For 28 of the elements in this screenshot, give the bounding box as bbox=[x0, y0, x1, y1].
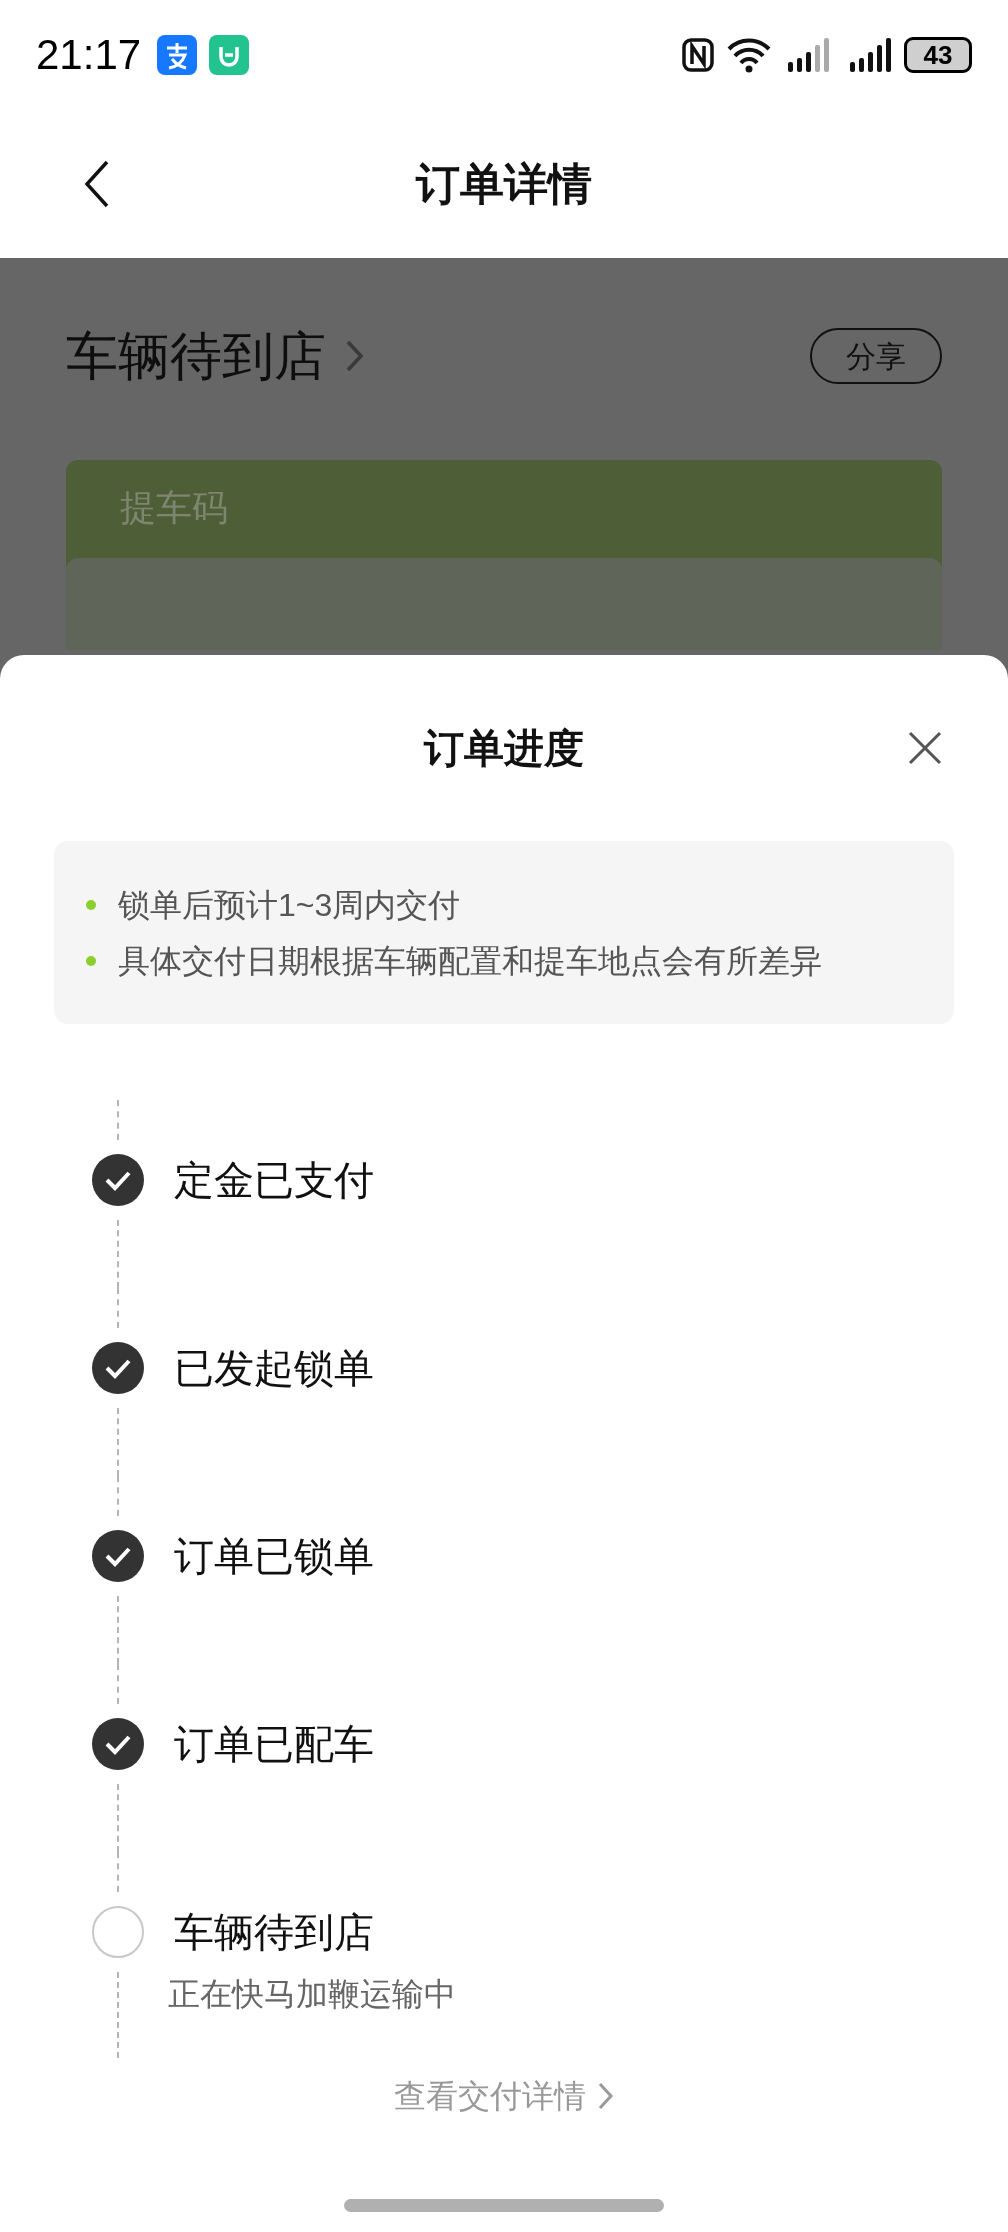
battery-indicator: 43 bbox=[904, 37, 972, 73]
note-text: 具体交付日期根据车辆配置和提车地点会有所差异 bbox=[118, 944, 822, 977]
close-icon[interactable] bbox=[908, 731, 942, 765]
step-label: 车辆待到店 bbox=[174, 1909, 375, 1956]
step-label: 订单已配车 bbox=[174, 1721, 374, 1768]
home-app-icon bbox=[209, 35, 250, 75]
card-label: 提车码 bbox=[120, 487, 228, 528]
status-time: 21:17 bbox=[36, 34, 142, 76]
chevron-right-icon bbox=[598, 2082, 614, 2110]
page-title: 订单详情 bbox=[416, 158, 592, 210]
bullet-icon bbox=[86, 955, 96, 966]
status-title: 车辆待到店 bbox=[66, 330, 326, 382]
step-label: 已发起锁单 bbox=[174, 1345, 374, 1392]
signal-icon bbox=[850, 38, 892, 72]
share-button[interactable]: 分享 bbox=[810, 328, 942, 384]
step-detail: 正在快马加鞭运输中 bbox=[168, 1978, 456, 2010]
chevron-right-icon bbox=[346, 340, 364, 372]
step-label: 定金已支付 bbox=[174, 1157, 374, 1204]
bullet-icon bbox=[86, 899, 96, 910]
delivery-details-link[interactable]: 查看交付详情 bbox=[394, 2080, 614, 2112]
step-label: 订单已锁单 bbox=[174, 1533, 374, 1580]
note-text: 锁单后预计1~3周内交付 bbox=[118, 888, 461, 921]
sheet-title: 订单进度 bbox=[424, 725, 584, 772]
payment-app-icon bbox=[157, 35, 198, 75]
signal-icon bbox=[788, 38, 830, 72]
back-icon[interactable] bbox=[84, 160, 110, 208]
wifi-icon bbox=[726, 37, 772, 73]
nfc-icon bbox=[682, 38, 714, 72]
